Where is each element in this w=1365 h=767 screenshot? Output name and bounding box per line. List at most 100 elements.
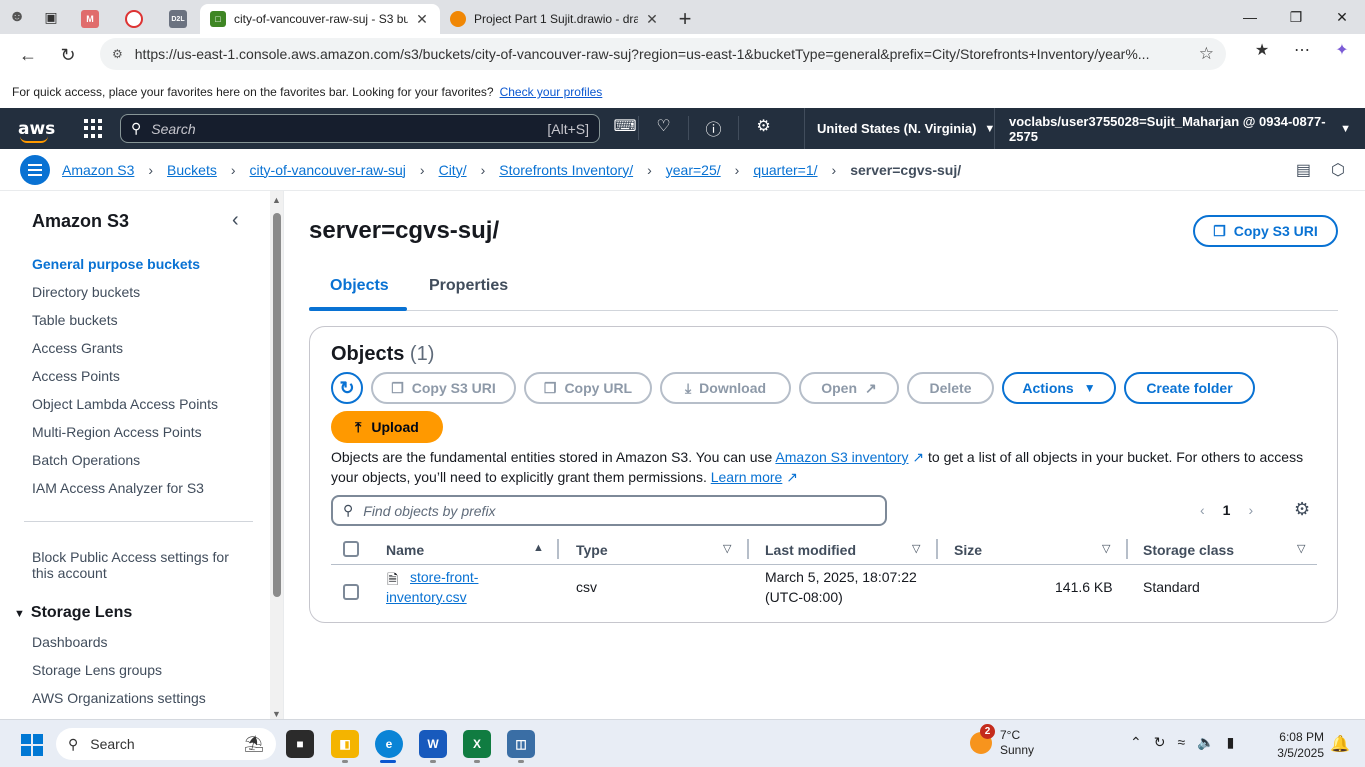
word-icon[interactable]: W xyxy=(419,730,447,758)
region-selector[interactable]: United States (N. Virginia) ▼ xyxy=(804,108,1007,149)
column-divider[interactable] xyxy=(1126,539,1128,559)
cloudshell-icon[interactable]: ⌨ xyxy=(612,116,638,140)
tab-actions-icon[interactable]: ▣ xyxy=(34,0,68,34)
learn-more-link[interactable]: Learn more xyxy=(711,469,783,485)
copy-url-button[interactable]: ❐ Copy URL xyxy=(524,372,652,404)
windows-start-icon[interactable] xyxy=(21,734,43,756)
info-panel-icon[interactable]: ▤ xyxy=(1296,160,1311,180)
battery-icon[interactable]: ▮ xyxy=(1227,734,1235,751)
menu-hamburger-icon[interactable] xyxy=(20,154,50,185)
pinned-tab-m[interactable]: M xyxy=(68,4,112,34)
refresh-button[interactable]: ↻ xyxy=(331,372,363,404)
account-menu[interactable]: voclabs/user3755028=Sujit_Maharjan @ 093… xyxy=(994,108,1365,149)
sidebar-item-table-buckets[interactable]: Table buckets xyxy=(32,312,118,328)
scroll-down-icon[interactable]: ▼ xyxy=(272,709,281,719)
help-icon[interactable]: ⓘ xyxy=(688,116,738,140)
tab-close-icon[interactable]: ✕ xyxy=(644,11,660,28)
excel-icon[interactable]: X xyxy=(463,730,491,758)
column-name[interactable]: Name xyxy=(386,542,424,558)
volume-icon[interactable]: 🔈 xyxy=(1197,734,1214,751)
minimize-icon[interactable]: — xyxy=(1227,0,1273,34)
pinned-tab-security[interactable] xyxy=(112,4,156,34)
chevron-up-icon[interactable]: ⌃ xyxy=(1130,734,1142,751)
remote-desktop-icon[interactable]: ◫ xyxy=(507,730,535,758)
sidebar-item-iam-access-analyzer[interactable]: IAM Access Analyzer for S3 xyxy=(32,480,204,496)
sort-icon[interactable]: ▽ xyxy=(912,542,920,555)
scroll-up-icon[interactable]: ▲ xyxy=(272,195,281,205)
download-button[interactable]: ⤓ Download xyxy=(660,372,791,404)
notification-bell-icon[interactable]: 🔔 xyxy=(1330,734,1350,754)
row-checkbox[interactable] xyxy=(343,584,359,600)
tab-s3[interactable]: □ city-of-vancouver-raw-suj - S3 bu ✕ xyxy=(200,4,440,34)
breadcrumb-bucket[interactable]: city-of-vancouver-raw-suj xyxy=(250,162,406,178)
column-storage-class[interactable]: Storage class xyxy=(1143,542,1234,558)
taskbar-search[interactable]: ⚲ Search ⛱ xyxy=(56,728,276,760)
breadcrumb-year[interactable]: year=25/ xyxy=(666,162,721,178)
restore-icon[interactable]: ❐ xyxy=(1273,0,1319,34)
breadcrumb-storefronts[interactable]: Storefronts Inventory/ xyxy=(499,162,633,178)
sidebar-item-directory-buckets[interactable]: Directory buckets xyxy=(32,284,140,300)
column-divider[interactable] xyxy=(747,539,749,559)
sidebar-item-access-points[interactable]: Access Points xyxy=(32,368,120,384)
open-button[interactable]: Open ↗ xyxy=(799,372,899,404)
object-name-link-2[interactable]: inventory.csv xyxy=(386,589,467,605)
services-grid-icon[interactable] xyxy=(84,118,104,139)
table-preferences-gear-icon[interactable]: ⚙ xyxy=(1294,499,1310,520)
sidebar-item-multi-region[interactable]: Multi-Region Access Points xyxy=(32,424,202,440)
s3-inventory-link[interactable]: Amazon S3 inventory xyxy=(775,449,908,465)
scrollbar-thumb[interactable] xyxy=(273,213,281,597)
new-tab-button[interactable]: + xyxy=(670,4,700,34)
tab-properties[interactable]: Properties xyxy=(429,277,508,295)
sidebar-item-object-lambda[interactable]: Object Lambda Access Points xyxy=(32,396,218,412)
sort-icon[interactable]: ▽ xyxy=(1297,542,1305,555)
object-name-link-1[interactable]: store-front- xyxy=(410,569,478,585)
sidebar-item-access-grants[interactable]: Access Grants xyxy=(32,340,123,356)
upload-button[interactable]: ⤒ Upload xyxy=(331,411,443,443)
copy-s3-uri-top-button[interactable]: ❐ Copy S3 URI xyxy=(1193,215,1338,247)
previous-page-icon[interactable]: ‹ xyxy=(1200,502,1205,518)
delete-button[interactable]: Delete xyxy=(907,372,994,404)
current-page[interactable]: 1 xyxy=(1223,502,1231,518)
wifi-icon[interactable]: ≈ xyxy=(1177,734,1185,751)
copilot-icon[interactable]: ✦ xyxy=(1329,40,1355,60)
check-profiles-link[interactable]: Check your profiles xyxy=(500,85,603,99)
column-divider[interactable] xyxy=(936,539,938,559)
file-explorer-icon[interactable]: ◧ xyxy=(331,730,359,758)
sidebar-item-general-purpose-buckets[interactable]: General purpose buckets xyxy=(32,256,200,272)
sidebar-item-dashboards[interactable]: Dashboards xyxy=(32,634,108,650)
breadcrumb-quarter[interactable]: quarter=1/ xyxy=(753,162,817,178)
column-type[interactable]: Type xyxy=(576,542,608,558)
profile-icon[interactable]: ☻ xyxy=(0,0,34,34)
notifications-icon[interactable]: ⬡ xyxy=(1331,160,1345,180)
address-bar[interactable]: ⚙ https://us-east-1.console.aws.amazon.c… xyxy=(100,38,1226,70)
settings-gear-icon[interactable]: ⚙ xyxy=(738,116,788,140)
breadcrumb-buckets[interactable]: Buckets xyxy=(167,162,217,178)
breadcrumb-amazon-s3[interactable]: Amazon S3 xyxy=(62,162,134,178)
tab-objects[interactable]: Objects xyxy=(330,277,389,295)
aws-search-input[interactable]: ⚲ Search [Alt+S] xyxy=(120,114,600,143)
close-window-icon[interactable]: ✕ xyxy=(1319,0,1365,34)
close-sidenav-icon[interactable]: ‹ xyxy=(232,209,239,232)
sort-icon[interactable]: ▽ xyxy=(1102,542,1110,555)
tab-drawio[interactable]: Project Part 1 Sujit.drawio - draw.i ✕ xyxy=(440,4,670,34)
column-divider[interactable] xyxy=(557,539,559,559)
pinned-tab-d2l[interactable]: D2L xyxy=(156,4,200,34)
sync-icon[interactable]: ↻ xyxy=(1154,734,1166,751)
next-page-icon[interactable]: › xyxy=(1248,502,1253,518)
aws-logo[interactable]: aws xyxy=(18,119,58,143)
select-all-checkbox[interactable] xyxy=(343,541,359,557)
edge-browser-icon[interactable]: e xyxy=(375,730,403,758)
back-icon[interactable]: ← xyxy=(8,37,48,73)
sidebar-item-storage-lens-groups[interactable]: Storage Lens groups xyxy=(32,662,162,678)
tab-close-icon[interactable]: ✕ xyxy=(414,11,430,28)
storage-lens-section[interactable]: ▼ Storage Lens xyxy=(14,604,132,622)
sort-icon[interactable]: ▽ xyxy=(723,542,731,555)
column-size[interactable]: Size xyxy=(954,542,982,558)
clock[interactable]: 6:08 PM 3/5/2025 xyxy=(1272,729,1324,761)
more-icon[interactable]: ⋯ xyxy=(1289,40,1315,60)
breadcrumb-city[interactable]: City/ xyxy=(439,162,467,178)
sidebar-item-batch-operations[interactable]: Batch Operations xyxy=(32,452,140,468)
reload-icon[interactable]: ↻ xyxy=(48,37,88,73)
weather-widget[interactable]: 2 7°C Sunny xyxy=(970,724,1034,758)
column-last-modified[interactable]: Last modified xyxy=(765,542,856,558)
